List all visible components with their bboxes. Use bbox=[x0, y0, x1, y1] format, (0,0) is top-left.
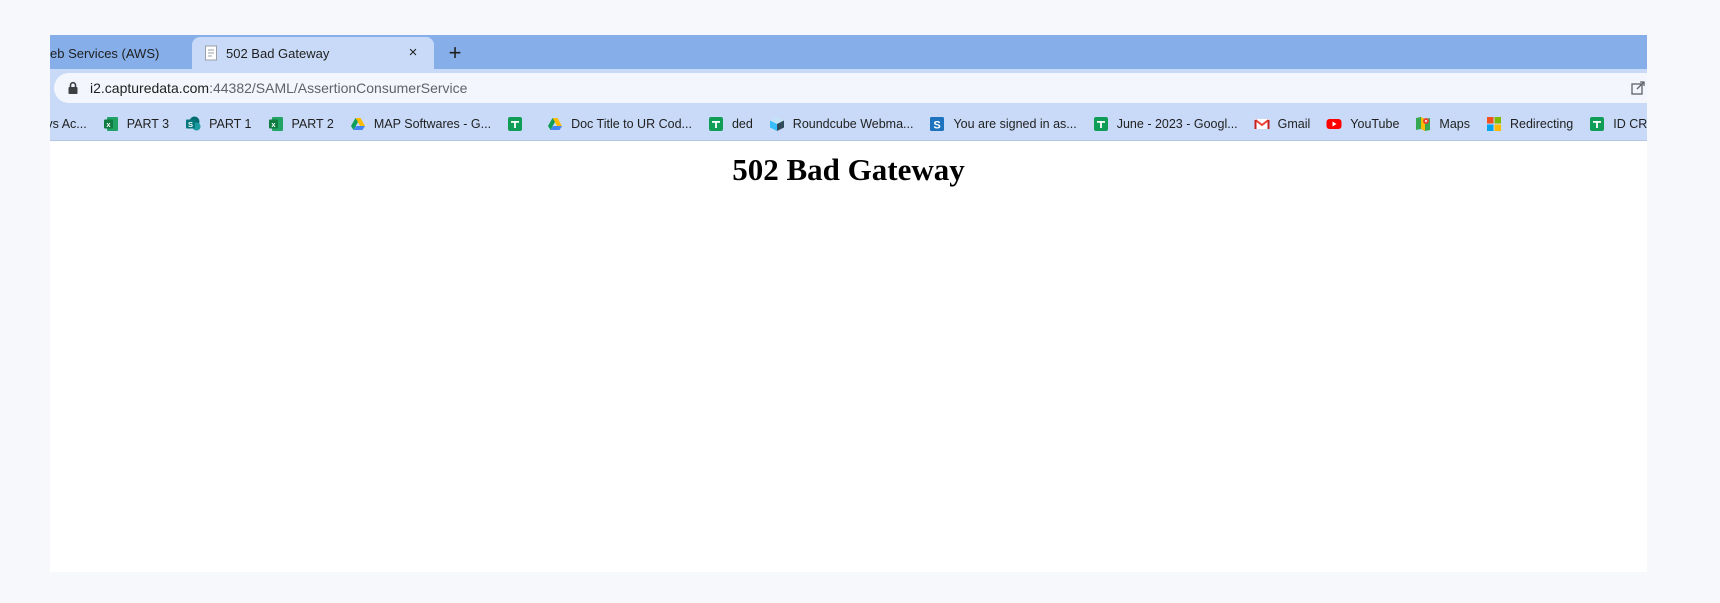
bookmark-item[interactable]: S You are signed in as... bbox=[929, 116, 1077, 132]
lock-icon[interactable] bbox=[66, 81, 80, 95]
sharepoint-icon: S bbox=[186, 116, 201, 130]
sway-icon: S bbox=[930, 116, 945, 131]
page-icon bbox=[205, 45, 217, 61]
tab-label: 502 Bad Gateway bbox=[226, 45, 330, 61]
bookmark-item[interactable]: YouTube bbox=[1326, 116, 1399, 132]
bookmark-item[interactable]: Doc Title to UR Cod... bbox=[547, 116, 692, 132]
tab-label: eb Services (AWS) bbox=[50, 45, 160, 61]
excel-icon: x bbox=[268, 116, 283, 131]
google-sheets-icon bbox=[708, 116, 723, 131]
google-sheets-icon bbox=[1590, 116, 1605, 131]
bookmark-item[interactable]: x PART 3 bbox=[103, 116, 169, 132]
address-bar[interactable]: i2.capturedata.com:44382/SAML/AssertionC… bbox=[54, 73, 1647, 103]
tab-502-bad-gateway[interactable]: 502 Bad Gateway × bbox=[192, 37, 434, 69]
bookmark-item[interactable]: MAP Softwares - G... bbox=[350, 116, 491, 132]
bookmark-label: You are signed in as... bbox=[953, 116, 1077, 131]
google-sheets-icon bbox=[1093, 116, 1108, 131]
bookmark-label: ded bbox=[731, 116, 753, 131]
bookmark-label: n vs Ac... bbox=[50, 116, 87, 131]
bookmark-item[interactable]: Roundcube Webma... bbox=[769, 116, 914, 132]
youtube-icon bbox=[1326, 118, 1342, 129]
bookmark-label: MAP Softwares - G... bbox=[373, 116, 492, 131]
toolbar: i2.capturedata.com:44382/SAML/AssertionC… bbox=[50, 69, 1647, 107]
excel-icon: x bbox=[103, 116, 118, 131]
svg-text:S: S bbox=[188, 120, 193, 129]
bookmark-item[interactable]: n vs Ac... bbox=[50, 117, 87, 131]
bookmark-item[interactable]: ID CREATION - Dy bbox=[1589, 116, 1647, 132]
bookmark-label: Gmail bbox=[1277, 116, 1311, 131]
bookmark-item[interactable]: June - 2023 - Googl... bbox=[1093, 116, 1238, 132]
google-drive-icon bbox=[350, 117, 365, 130]
bookmark-label: PART 2 bbox=[291, 116, 334, 131]
bookmark-item[interactable]: Redirecting bbox=[1486, 116, 1573, 132]
page-content: 502 Bad Gateway bbox=[50, 141, 1647, 572]
bookmark-item[interactable]: x PART 2 bbox=[268, 116, 334, 132]
bookmark-item[interactable]: Maps bbox=[1415, 116, 1470, 132]
bookmarks-bar: n vs Ac... x PART 3 S PART 1 x bbox=[50, 107, 1647, 141]
google-maps-icon bbox=[1416, 116, 1431, 131]
share-icon[interactable] bbox=[1631, 81, 1645, 95]
bookmark-label: Maps bbox=[1439, 116, 1470, 131]
url-text[interactable]: i2.capturedata.com:44382/SAML/AssertionC… bbox=[90, 80, 467, 96]
new-tab-button[interactable]: + bbox=[442, 40, 468, 66]
bookmark-label: Roundcube Webma... bbox=[792, 116, 914, 131]
bookmark-label: PART 3 bbox=[126, 116, 170, 131]
close-icon[interactable]: × bbox=[404, 44, 422, 62]
page-heading: 502 Bad Gateway bbox=[732, 152, 965, 187]
bookmark-label: ID CREATION - Dy bbox=[1613, 116, 1647, 131]
roundcube-icon bbox=[769, 116, 784, 131]
google-sheets-icon bbox=[508, 116, 523, 131]
bookmark-item[interactable]: ded bbox=[708, 116, 753, 132]
bookmark-label: June - 2023 - Googl... bbox=[1116, 116, 1238, 131]
bookmark-item[interactable]: S PART 1 bbox=[185, 116, 252, 132]
bookmark-item[interactable] bbox=[507, 116, 531, 132]
gmail-icon bbox=[1254, 118, 1270, 129]
url-path: :44382/SAML/AssertionConsumerService bbox=[209, 80, 468, 96]
bookmark-label: YouTube bbox=[1350, 116, 1400, 131]
bookmark-label: Doc Title to UR Cod... bbox=[571, 116, 692, 131]
bookmark-label: Redirecting bbox=[1510, 116, 1574, 131]
url-host: i2.capturedata.com bbox=[90, 80, 210, 96]
bookmark-item[interactable]: Gmail bbox=[1254, 116, 1311, 132]
bookmark-label: PART 1 bbox=[209, 116, 252, 131]
tab-strip: eb Services (AWS) × 502 Bad Gateway × + bbox=[50, 35, 1647, 69]
svg-text:S: S bbox=[934, 119, 941, 131]
google-drive-icon bbox=[548, 117, 563, 130]
browser-window: eb Services (AWS) × 502 Bad Gateway × + … bbox=[50, 35, 1647, 572]
microsoft-icon bbox=[1487, 116, 1501, 131]
